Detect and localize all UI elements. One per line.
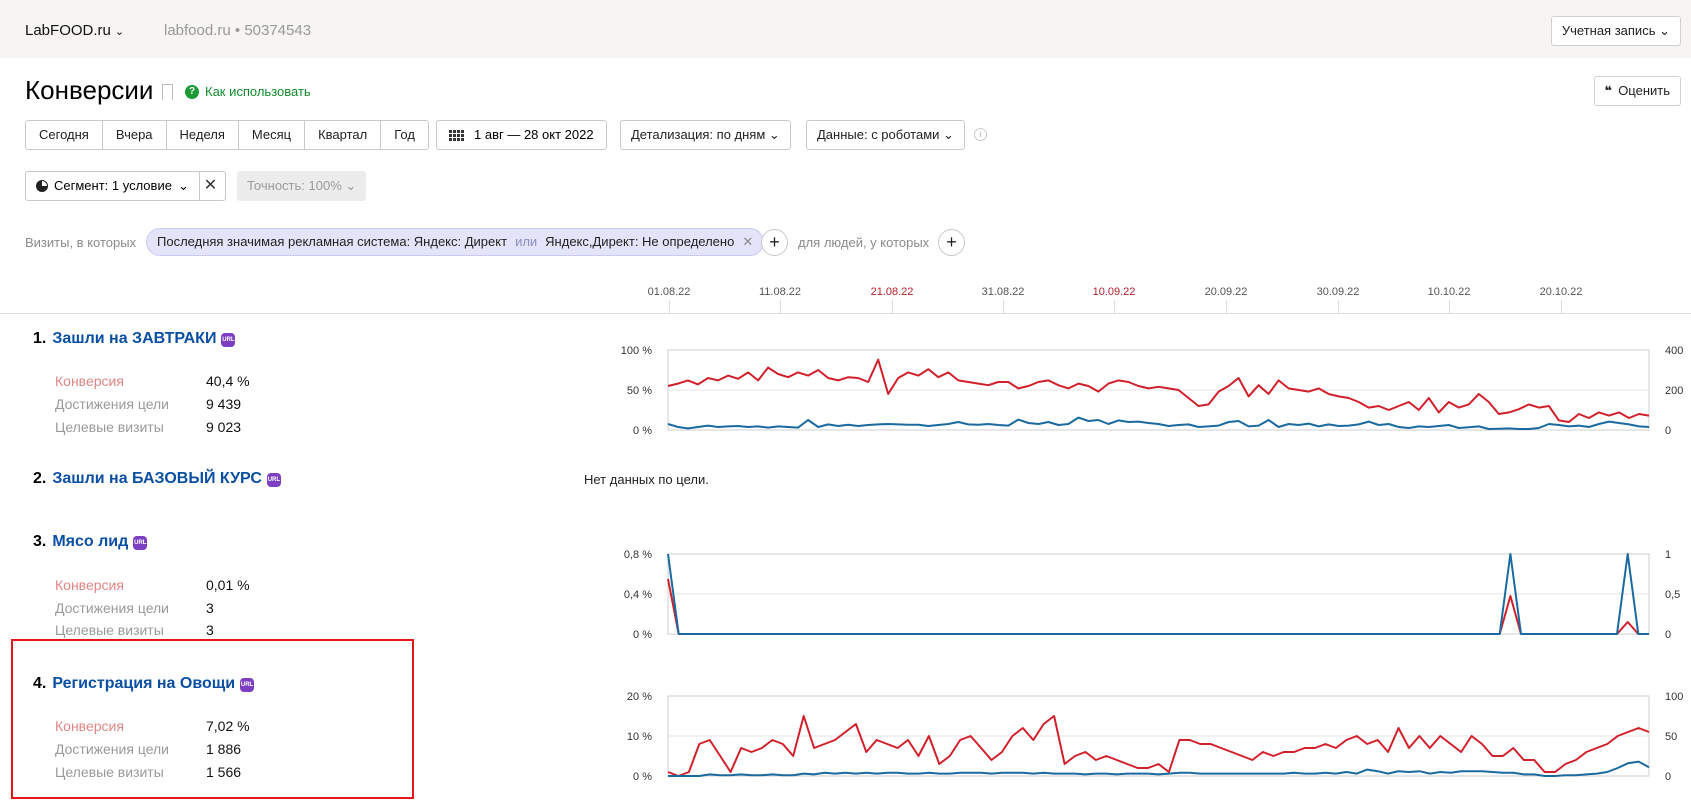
right-axis-tick-label: 50 bbox=[1665, 731, 1677, 743]
right-axis-tick-label: 1 bbox=[1665, 549, 1671, 561]
right-axis-tick-label: 0 bbox=[1665, 771, 1671, 783]
right-axis-tick-label: 200 bbox=[1665, 385, 1683, 397]
conversion-series-line bbox=[667, 578, 1649, 635]
right-axis-tick-label: 100 bbox=[1665, 691, 1683, 703]
left-axis-tick-label: 10 % bbox=[627, 731, 652, 743]
goal-chart: 20 % 10 % 0 % 100 50 0 bbox=[627, 691, 1683, 783]
goal-chart: 0,8 % 0,4 % 0 % 1 0,5 0 bbox=[624, 549, 1680, 641]
left-axis-tick-label: 0,8 % bbox=[624, 549, 652, 561]
left-axis-tick-label: 0 % bbox=[633, 629, 652, 641]
left-axis-tick-label: 0 % bbox=[633, 771, 652, 783]
right-axis-tick-label: 400 bbox=[1665, 345, 1683, 357]
left-axis-tick-label: 0 % bbox=[633, 425, 652, 437]
goal-charts: 100 %50 %0 %40020000,8 %0,4 %0 %10,5020 … bbox=[621, 345, 1684, 783]
left-axis-tick-label: 20 % bbox=[627, 691, 652, 703]
left-axis-tick-label: 100 % bbox=[621, 345, 652, 357]
conversion-series-line bbox=[667, 715, 1650, 777]
right-axis-tick-label: 0 bbox=[1665, 629, 1671, 641]
right-axis-tick-label: 0 bbox=[1665, 425, 1671, 437]
left-axis-tick-label: 0,4 % bbox=[624, 589, 652, 601]
visits-series-line bbox=[667, 416, 1650, 430]
conversion-series-line bbox=[667, 358, 1650, 423]
goal-chart: 100 % 50 % 0 % 400 200 0 bbox=[621, 345, 1684, 437]
left-axis-tick-label: 50 % bbox=[627, 385, 652, 397]
right-axis-tick-label: 0,5 bbox=[1665, 589, 1680, 601]
